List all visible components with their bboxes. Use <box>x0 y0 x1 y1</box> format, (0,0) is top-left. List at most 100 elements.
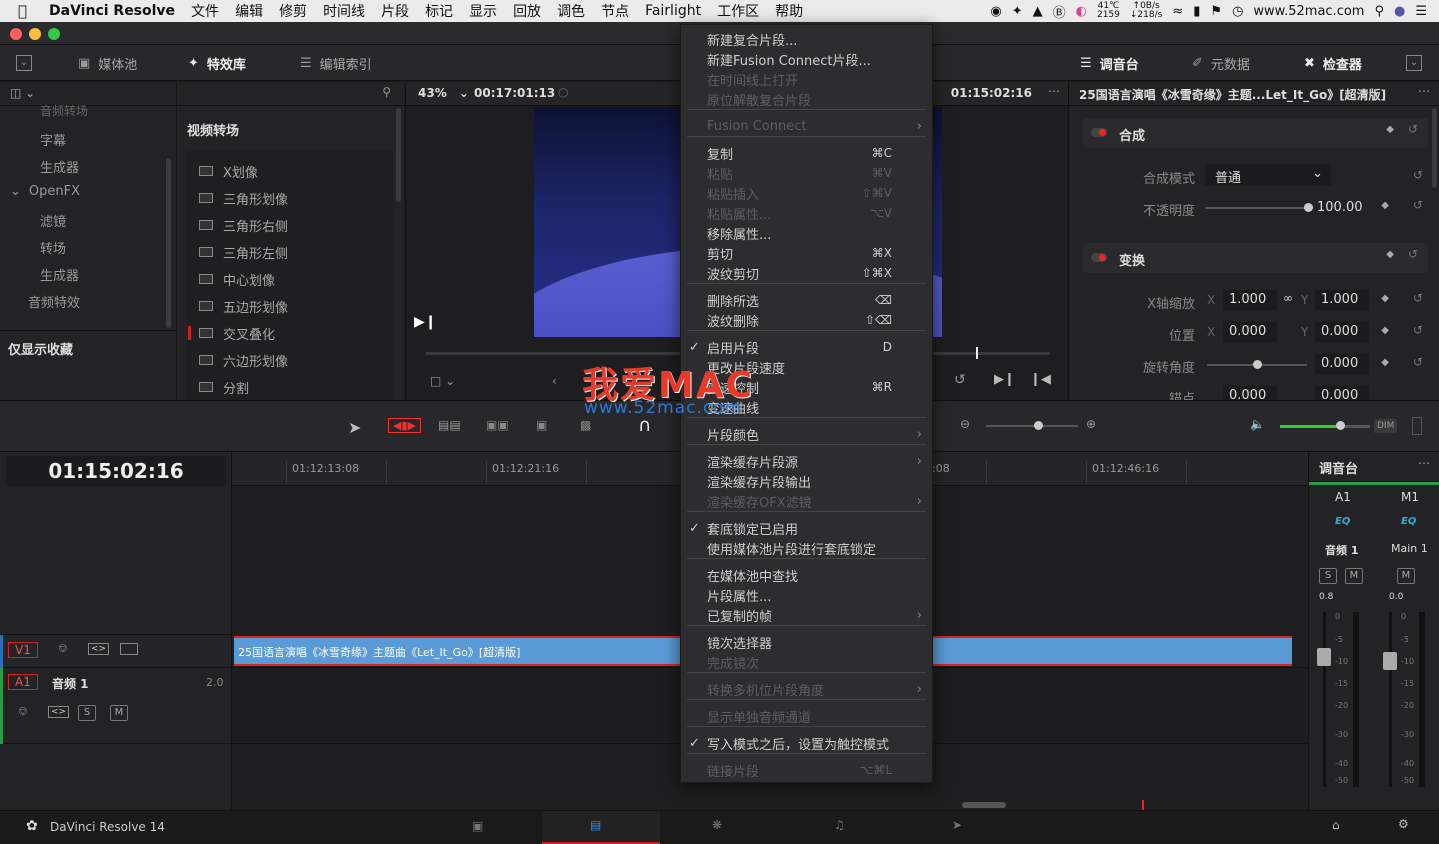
timeline-hscrollbar[interactable] <box>962 802 1006 808</box>
settings-icon[interactable]: ⚙ <box>1398 817 1409 831</box>
track-visible-icon[interactable] <box>120 643 138 655</box>
apple-icon[interactable]:  <box>0 2 35 20</box>
zoom-y-value[interactable]: 1.000 <box>1315 290 1369 310</box>
auto-select-icon[interactable]: <> <box>88 643 110 655</box>
home-icon[interactable]: ⌂ <box>1332 818 1340 832</box>
color-wheel-icon[interactable]: ◐ <box>1076 4 1087 19</box>
fader-1[interactable] <box>1317 648 1331 666</box>
v1-label[interactable]: V1 <box>8 642 38 658</box>
menu-fairlight[interactable]: Fairlight <box>637 3 709 19</box>
overwrite-clip-icon[interactable]: ▣ <box>536 418 547 432</box>
context-menu-item[interactable]: 删除所选 ⌫ <box>681 290 932 310</box>
opacity-slider[interactable] <box>1205 203 1313 212</box>
rotation-value[interactable]: 0.000 <box>1315 354 1369 374</box>
zoom-x-value[interactable]: 1.000 <box>1223 290 1277 310</box>
tool-icon[interactable]: ✦ <box>1012 4 1023 19</box>
minimize-window-button[interactable] <box>29 28 41 40</box>
anchor-x-value[interactable]: 0.000 <box>1223 386 1277 400</box>
search-icon[interactable]: ⚲ <box>382 85 391 99</box>
fusion-page-icon[interactable]: ❋ <box>712 818 722 832</box>
a1-label[interactable]: A1 <box>8 674 38 690</box>
context-menu-item[interactable]: 复制 ⌘C <box>681 143 932 163</box>
fairlight-page-icon[interactable]: ♫ <box>834 818 845 832</box>
tree-item-filters[interactable]: 滤镜 <box>40 211 66 230</box>
menu-color[interactable]: 调色 <box>549 1 593 21</box>
reset-icon[interactable]: ↺ <box>1408 122 1418 136</box>
selection-tool-icon[interactable]: ➤ <box>348 418 361 437</box>
lock-icon[interactable]: ⎊ <box>58 641 68 656</box>
reset-icon[interactable]: ↺ <box>1413 291 1423 305</box>
context-menu-item[interactable]: 使用媒体池片段进行套底锁定 <box>681 538 932 558</box>
timeline-zoom-slider[interactable] <box>986 421 1078 430</box>
more-options-icon[interactable]: ⋯ <box>1418 456 1430 470</box>
reset-icon[interactable]: ↺ <box>1413 168 1423 182</box>
playhead-marker[interactable] <box>976 347 978 359</box>
mute-button[interactable]: M <box>1397 568 1415 584</box>
next-frame-icon[interactable]: ▶❙ <box>994 372 1015 387</box>
solo-button[interactable]: S <box>1319 568 1337 584</box>
context-menu-item[interactable]: 镜次选择器 <box>681 632 932 652</box>
inspector-button[interactable]: ✖ 检查器 <box>1304 45 1362 81</box>
position-y-value[interactable]: 0.000 <box>1315 322 1369 342</box>
transform-icon[interactable]: □ ⌄ <box>430 374 455 388</box>
play-reverse-icon[interactable]: ❙◀ <box>1030 372 1051 387</box>
menu-mark[interactable]: 标记 <box>417 1 461 21</box>
context-menu-item[interactable]: 渲染缓存片段输出 <box>681 471 932 491</box>
context-menu-item[interactable]: 渲染缓存片段源 › <box>681 451 932 471</box>
panel-toggle-button[interactable]: ⌄ <box>16 45 32 81</box>
context-menu-item[interactable]: 新建复合片段... <box>681 29 932 49</box>
volume-icon[interactable]: 🔈 <box>1250 417 1265 431</box>
playhead-bottom-marker[interactable] <box>1142 800 1144 810</box>
media-pool-button[interactable]: ▣ 媒体池 <box>78 45 137 81</box>
edit-index-button[interactable]: ☰ 编辑索引 <box>300 45 372 81</box>
insert-clip-icon[interactable]: ▣▣ <box>486 418 509 432</box>
siri-icon[interactable]: ● <box>1394 4 1405 19</box>
context-menu-item[interactable]: 剪切 ⌘X <box>681 243 932 263</box>
sidebar-toggle-icon[interactable]: ◫ ⌄ <box>10 86 35 100</box>
context-menu-item[interactable]: 片段颜色 › <box>681 424 932 444</box>
replace-clip-icon[interactable]: ▩ <box>580 418 591 432</box>
keyframe-icon[interactable]: ◆ <box>1381 200 1389 211</box>
tree-item-transitions[interactable]: 转场 <box>40 238 66 257</box>
reset-icon[interactable]: ↺ <box>1413 198 1423 212</box>
menu-nodes[interactable]: 节点 <box>593 1 637 21</box>
fx-item-triangle-left[interactable]: 三角形左侧 <box>199 241 288 263</box>
favorites-only-toggle[interactable]: 仅显示收藏 <box>8 339 73 358</box>
zoom-window-button[interactable] <box>48 28 60 40</box>
app-menu[interactable]: DaVinci Resolve <box>35 3 183 19</box>
tree-item-titles[interactable]: 字幕 <box>40 130 66 149</box>
inspector-scrollbar[interactable] <box>1432 108 1437 188</box>
zoom-select[interactable]: 43% ⌄ <box>418 86 469 100</box>
notification-center-icon[interactable]: ☰ <box>1415 4 1427 19</box>
keyframe-icon[interactable]: ◆ <box>1381 325 1389 336</box>
reset-icon[interactable]: ↺ <box>1413 323 1423 337</box>
keyframe-icon[interactable]: ◆ <box>1381 293 1389 304</box>
keyframe-icon[interactable]: ◆ <box>1386 124 1394 135</box>
context-menu-item[interactable]: 波纹剪切 ⇧⌘X <box>681 263 932 283</box>
context-menu-item[interactable]: ✓ 套底锁定已启用 <box>681 518 932 538</box>
metadata-button[interactable]: ✐ 元数据 <box>1192 45 1250 81</box>
rotation-slider[interactable] <box>1207 360 1307 369</box>
reset-icon[interactable]: ↺ <box>1413 355 1423 369</box>
close-window-button[interactable] <box>10 28 22 40</box>
audio-meter-icon[interactable] <box>1412 417 1422 435</box>
zoom-in-icon[interactable]: ⊕ <box>1086 417 1096 431</box>
fx-item-x-wipe[interactable]: X划像 <box>199 160 258 182</box>
context-menu-item[interactable]: 已复制的帧 › <box>681 605 932 625</box>
anchor-y-value[interactable]: 0.000 <box>1315 386 1369 400</box>
tree-scrollbar[interactable] <box>166 158 171 328</box>
prev-edit-icon[interactable]: ‹ <box>552 374 557 388</box>
fx-item-triangle-iris[interactable]: 三角形划像 <box>199 187 288 209</box>
reset-icon[interactable]: ↺ <box>1408 247 1418 261</box>
fx-item-hexagon-iris[interactable]: 六边形划像 <box>199 349 288 371</box>
menu-help[interactable]: 帮助 <box>767 1 811 21</box>
tree-item-ofx-generators[interactable]: 生成器 <box>40 265 79 284</box>
menu-workspace[interactable]: 工作区 <box>709 1 767 21</box>
context-menu-item[interactable]: ✓ 启用片段 D <box>681 337 932 357</box>
opacity-value[interactable]: 100.00 <box>1317 200 1363 215</box>
mute-button[interactable]: M <box>110 705 128 721</box>
trim-tool-icon[interactable]: ◀▮▶ <box>388 418 421 433</box>
menu-edit[interactable]: 编辑 <box>227 1 271 21</box>
transform-toggle[interactable] <box>1091 253 1107 262</box>
solo-button[interactable]: S <box>78 705 96 721</box>
